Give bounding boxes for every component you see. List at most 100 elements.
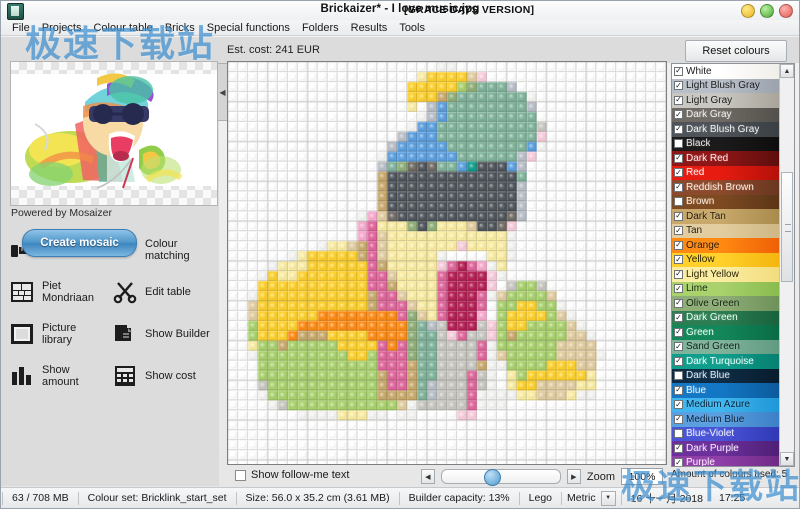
colour-row[interactable]: Black xyxy=(672,137,780,152)
units-select[interactable]: Metric ▼ xyxy=(563,491,620,506)
colour-checkbox[interactable]: ✓ xyxy=(674,241,683,250)
menu-special-functions[interactable]: Special functions xyxy=(201,21,296,35)
colour-row[interactable]: ✓Dark Purple xyxy=(672,441,780,456)
colour-checkbox[interactable] xyxy=(674,139,683,148)
maximize-button[interactable] xyxy=(760,4,774,18)
colour-row[interactable]: ✓Red xyxy=(672,166,780,181)
colour-row[interactable]: Brown xyxy=(672,195,780,210)
colour-checkbox[interactable]: ✓ xyxy=(674,328,683,337)
colour-row[interactable]: ✓Light Gray xyxy=(672,93,780,108)
colour-row[interactable]: ✓Dark Green xyxy=(672,311,780,326)
colour-row[interactable]: ✓Dark Tan xyxy=(672,209,780,224)
colour-checkbox[interactable]: ✓ xyxy=(674,444,683,453)
colour-row[interactable]: ✓Medium Blue xyxy=(672,412,780,427)
colour-checkbox[interactable]: ✓ xyxy=(674,154,683,163)
colour-row[interactable]: ✓Purple xyxy=(672,456,780,467)
colour-row[interactable]: ✓Orange xyxy=(672,238,780,253)
tool-piet-mondriaan[interactable]: Piet Mondriaan xyxy=(9,279,108,305)
colour-row[interactable]: ✓Light Blush Gray xyxy=(672,79,780,94)
colour-checkbox[interactable]: ✓ xyxy=(674,125,683,134)
mosaic-bricks[interactable] xyxy=(228,62,666,464)
chevron-left-icon[interactable]: ◀ xyxy=(217,63,227,121)
colour-row[interactable]: ✓Green xyxy=(672,325,780,340)
colour-row[interactable]: ✓Light Yellow xyxy=(672,267,780,282)
tool-show-amount[interactable]: Show amount xyxy=(9,363,108,389)
menu-folders[interactable]: Folders xyxy=(296,21,345,35)
colour-name: Blue xyxy=(686,385,706,396)
colour-row[interactable]: ✓White xyxy=(672,64,780,79)
menu-colour-table[interactable]: Colour table xyxy=(87,21,158,35)
minimize-button[interactable] xyxy=(741,4,755,18)
caret-left-icon[interactable]: ◀ xyxy=(421,469,435,484)
colour-row[interactable]: ✓Yellow xyxy=(672,253,780,268)
colour-list[interactable]: ✓White✓Light Blush Gray✓Light Gray✓Dark … xyxy=(672,64,780,466)
mosaic-canvas[interactable] xyxy=(227,61,667,465)
tool-show-cost[interactable]: Show cost xyxy=(112,363,211,389)
colour-row[interactable]: Blue-Violet xyxy=(672,427,780,442)
zoom-slider[interactable] xyxy=(441,469,561,484)
colour-checkbox[interactable]: ✓ xyxy=(674,458,683,466)
colour-checkbox[interactable]: ✓ xyxy=(674,81,683,90)
colour-checkbox[interactable]: ✓ xyxy=(674,270,683,279)
colour-name: Yellow xyxy=(686,254,715,265)
colour-row[interactable]: ✓Dark Gray xyxy=(672,108,780,123)
colour-checkbox[interactable]: ✓ xyxy=(674,110,683,119)
colour-list-scrollbar[interactable]: ▲ ▼ xyxy=(779,64,794,466)
colour-checkbox[interactable] xyxy=(674,429,683,438)
colour-checkbox[interactable]: ✓ xyxy=(674,226,683,235)
colour-row[interactable]: ✓Dark Red xyxy=(672,151,780,166)
caret-up-icon[interactable]: ▲ xyxy=(780,64,794,78)
caret-down-icon[interactable]: ▼ xyxy=(780,452,794,466)
create-mosaic-button[interactable]: Create mosaic xyxy=(22,229,137,257)
menu-tools[interactable]: Tools xyxy=(393,21,431,35)
tool-picture-library[interactable]: Picture library xyxy=(9,321,108,347)
colour-name: Light Gray xyxy=(686,95,732,106)
colour-list-panel[interactable]: ✓White✓Light Blush Gray✓Light Gray✓Dark … xyxy=(671,63,795,467)
chevron-down-icon[interactable]: ▼ xyxy=(601,491,616,506)
colour-checkbox[interactable]: ✓ xyxy=(674,299,683,308)
checkbox-box[interactable] xyxy=(235,470,246,481)
zoom-slider-thumb[interactable] xyxy=(484,469,501,486)
close-button[interactable] xyxy=(779,4,793,18)
scrollbar-thumb[interactable] xyxy=(781,172,793,282)
colour-row[interactable]: ✓Dark Blush Gray xyxy=(672,122,780,137)
menu-projects[interactable]: Projects xyxy=(36,21,88,35)
colour-checkbox[interactable] xyxy=(674,371,683,380)
colour-checkbox[interactable]: ✓ xyxy=(674,183,683,192)
colour-checkbox[interactable]: ✓ xyxy=(674,212,683,221)
colour-checkbox[interactable]: ✓ xyxy=(674,284,683,293)
colour-row[interactable]: ✓Tan xyxy=(672,224,780,239)
colour-checkbox[interactable]: ✓ xyxy=(674,357,683,366)
colour-checkbox[interactable] xyxy=(674,197,683,206)
colour-checkbox[interactable]: ✓ xyxy=(674,415,683,424)
colour-row[interactable]: Dark Blue xyxy=(672,369,780,384)
status-brand: Lego xyxy=(521,492,560,504)
colour-checkbox[interactable]: ✓ xyxy=(674,342,683,351)
colour-checkbox[interactable]: ✓ xyxy=(674,400,683,409)
show-follow-me-text-checkbox[interactable]: Show follow-me text xyxy=(235,469,349,481)
reset-colours-button[interactable]: Reset colours xyxy=(685,40,787,62)
colour-row[interactable]: ✓Sand Green xyxy=(672,340,780,355)
colour-row[interactable]: ✓Medium Azure xyxy=(672,398,780,413)
colour-row[interactable]: ✓Lime xyxy=(672,282,780,297)
zoom-value[interactable]: 100% xyxy=(621,468,663,485)
colour-name: Dark Purple xyxy=(686,443,739,454)
colour-checkbox[interactable]: ✓ xyxy=(674,168,683,177)
caret-right-icon[interactable]: ▶ xyxy=(567,469,581,484)
colour-checkbox[interactable]: ✓ xyxy=(674,386,683,395)
menu-file[interactable]: File xyxy=(6,21,36,35)
colour-row[interactable]: ✓Olive Green xyxy=(672,296,780,311)
source-image-preview[interactable] xyxy=(10,61,218,206)
tool-show-builder[interactable]: Show Builder xyxy=(112,321,211,347)
colour-checkbox[interactable]: ✓ xyxy=(674,96,683,105)
colour-checkbox[interactable]: ✓ xyxy=(674,313,683,322)
status-bar: 63 / 708 MB Colour set: Bricklink_start_… xyxy=(1,487,799,508)
colour-checkbox[interactable]: ✓ xyxy=(674,67,683,76)
tool-edit-table[interactable]: Edit table xyxy=(112,279,211,305)
menu-results[interactable]: Results xyxy=(345,21,394,35)
colour-row[interactable]: ✓Blue xyxy=(672,383,780,398)
menu-bricks[interactable]: Bricks xyxy=(159,21,201,35)
colour-row[interactable]: ✓Reddish Brown xyxy=(672,180,780,195)
colour-checkbox[interactable]: ✓ xyxy=(674,255,683,264)
colour-row[interactable]: ✓Dark Turquoise xyxy=(672,354,780,369)
